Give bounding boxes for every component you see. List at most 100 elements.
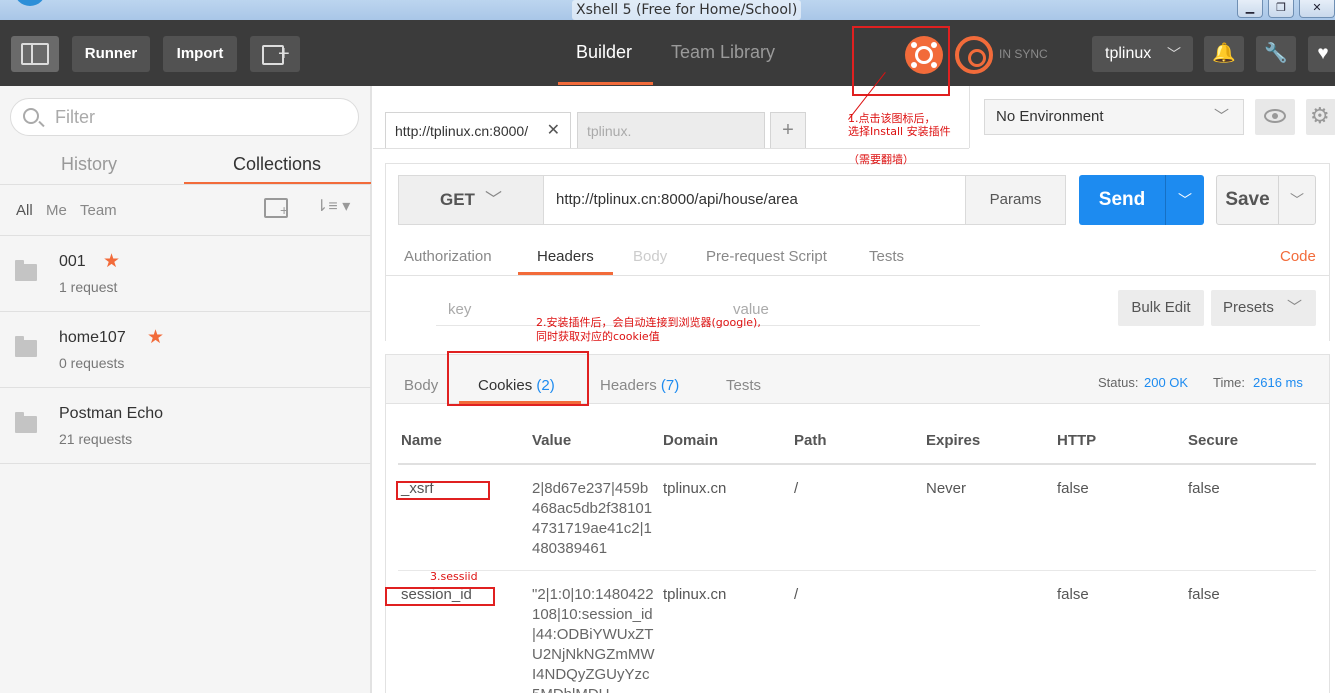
params-button[interactable]: Params [965,175,1066,225]
close-icon[interactable]: ✕ [547,113,560,149]
maximize-button[interactable]: ❐ [1268,0,1294,18]
column-header-http: HTTP [1057,432,1097,449]
chevron-down-icon: ﹀ [1290,192,1304,208]
folder-icon [15,260,37,281]
filter-box[interactable] [10,98,359,136]
gear-icon[interactable]: ⚙ [1306,99,1335,135]
filter-all[interactable]: All [16,202,33,219]
divider [398,570,1316,571]
annotation-note-1-line-2: 选择Install 安装插件 [848,125,951,138]
response-tab-headers[interactable]: Headers (7) [600,377,679,394]
response-tab-label: Headers [600,377,657,394]
annotation-note-2-line-1: 2.安装插件后，会自动连接到浏览器(google), [536,316,761,329]
tab-builder[interactable]: Builder [576,42,632,63]
environment-selected: No Environment [996,108,1104,125]
filter-me[interactable]: Me [46,202,67,219]
column-header-value: Value [532,432,572,449]
star-icon[interactable]: ★ [103,250,120,273]
cookie-path: / [794,480,799,497]
response-tab-body[interactable]: Body [404,377,438,394]
save-button[interactable]: Save [1216,175,1279,225]
filter-team[interactable]: Team [80,202,117,219]
plus-icon: + [278,43,290,65]
app-orb-icon[interactable] [14,0,46,6]
settings-wrench-icon[interactable]: 🔧 [1256,36,1296,72]
code-link[interactable]: Code [1280,248,1316,265]
cookie-domain: tplinux.cn [663,480,727,497]
tab-collections[interactable]: Collections [233,154,321,175]
column-header-expires: Expires [926,432,981,449]
request-tab[interactable]: tplinux. [577,112,765,149]
toggle-sidebar-button[interactable] [11,36,59,72]
sync-status: IN SYNC [999,47,1048,61]
tab-history[interactable]: History [61,154,117,175]
divider [398,463,1316,465]
request-tab-active[interactable]: http://tplinux.cn:8000/ ✕ [385,112,571,149]
collection-item[interactable]: Postman Echo 21 requests [0,388,371,464]
user-menu-button[interactable]: tplinux ﹀ [1092,36,1193,72]
new-window-button[interactable]: + [250,36,300,72]
annotation-box-session-id [385,587,495,606]
annotation-note-1-line-3: （需要翻墙） [848,153,914,166]
cookie-value: "2|1:0|10:1480422108|10:session_id|44:OD… [532,586,655,693]
column-header-name: Name [401,432,442,449]
runner-button[interactable]: Runner [72,36,150,72]
presets-button[interactable]: Presets ﹀ [1211,290,1316,326]
annotation-box-xsrf [396,481,490,500]
folder-icon [15,336,37,357]
chevron-down-icon: ﹀ [1213,108,1229,125]
filter-input[interactable] [55,106,345,128]
cookie-secure: false [1188,480,1220,497]
tab-tests[interactable]: Tests [869,248,904,265]
tab-body[interactable]: Body [633,248,667,265]
collection-name: home107 [59,329,126,346]
column-header-path: Path [794,432,827,449]
import-button[interactable]: Import [163,36,237,72]
tab-pre-request-script[interactable]: Pre-request Script [706,248,827,265]
request-tab-label: http://tplinux.cn:8000/ [395,123,529,139]
collection-item[interactable]: home107 ★ 0 requests [0,312,371,388]
add-tab-button[interactable]: + [770,112,806,149]
sync-icon[interactable] [955,36,993,74]
annotation-note-2-line-2: 同时获取对应的cookie值 [536,330,660,343]
notifications-bell-icon[interactable]: 🔔 [1204,36,1244,72]
environment-select[interactable]: No Environment ﹀ [984,99,1244,135]
column-header-domain: Domain [663,432,719,449]
tab-team-library[interactable]: Team Library [671,42,775,63]
send-options-button[interactable]: ﹀ [1165,175,1204,225]
send-button[interactable]: Send [1079,175,1165,225]
url-input[interactable]: http://tplinux.cn:8000/api/house/area [543,175,966,225]
folder-icon [15,412,37,433]
response-tab-tests[interactable]: Tests [726,377,761,394]
heart-icon[interactable]: ♥ [1308,36,1335,72]
status-value: 200 OK [1144,375,1189,390]
presets-label: Presets [1223,299,1274,316]
divider [373,148,969,149]
star-icon[interactable]: ★ [147,326,164,349]
annotation-note-1-line-1: 1.点击该图标后， [848,112,936,125]
close-window-button[interactable]: ✕ [1299,0,1335,18]
save-options-button[interactable]: ﹀ [1278,175,1316,225]
user-name: tplinux [1105,45,1152,62]
tab-headers[interactable]: Headers [537,248,594,265]
new-collection-icon[interactable] [264,198,288,218]
collection-name: Postman Echo [59,405,164,422]
builder-active-indicator [558,82,653,85]
collection-item[interactable]: 001 ★ 1 request [0,236,371,312]
minimize-button[interactable]: ▁ [1237,0,1263,18]
chevron-down-icon: ﹀ [1178,192,1192,208]
method-select[interactable]: GET ﹀ [398,175,544,225]
method-value: GET [440,190,475,209]
status-label: Status: [1098,375,1139,390]
tab-authorization[interactable]: Authorization [404,248,492,265]
cookie-secure: false [1188,586,1220,603]
collection-name: 001 [59,253,86,270]
sort-icon[interactable]: ⇂≡ ▾ [315,196,350,216]
cookie-domain: tplinux.cn [663,586,727,603]
annotation-box-interceptor [852,26,950,96]
bulk-edit-button[interactable]: Bulk Edit [1118,290,1204,326]
window-title: Xshell 5 (Free for Home/School) [572,0,802,20]
cookie-http: false [1057,480,1089,497]
collection-count: 1 request [59,279,118,295]
quick-look-button[interactable] [1255,99,1295,135]
